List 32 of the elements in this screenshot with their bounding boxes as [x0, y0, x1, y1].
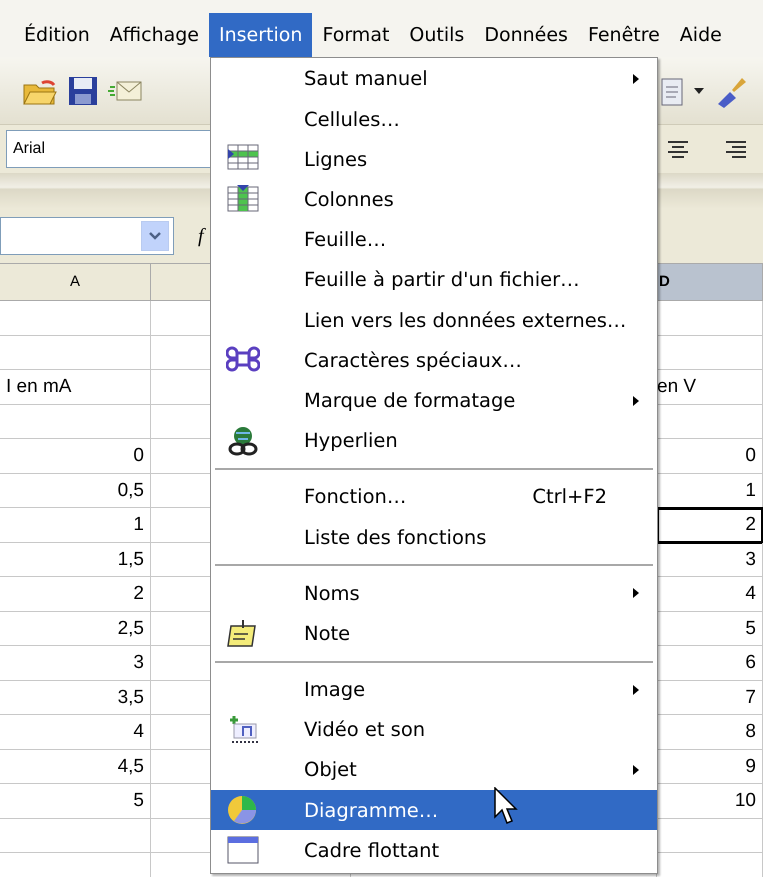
- menu-item[interactable]: Cellules…: [211, 99, 657, 140]
- function-label: f: [198, 224, 204, 249]
- menu-bar-item[interactable]: Édition: [14, 13, 100, 57]
- menu-item[interactable]: Note: [211, 613, 657, 654]
- menu-item[interactable]: Vidéo et son: [211, 710, 657, 750]
- font-name-field[interactable]: Arial: [6, 130, 211, 168]
- menu-item[interactable]: Feuille à partir d'un fichier…: [211, 260, 657, 300]
- menu-bar-item[interactable]: Insertion: [209, 13, 312, 57]
- column-header[interactable]: A: [0, 264, 151, 301]
- menu-bar-item[interactable]: Aide: [670, 13, 732, 57]
- menu-item[interactable]: Image: [211, 670, 657, 710]
- menu-bar-item[interactable]: Affichage: [100, 13, 209, 57]
- menu-item[interactable]: Lien vers les données externes…: [211, 300, 657, 340]
- menu-item[interactable]: Lignes: [211, 139, 657, 180]
- menu-item[interactable]: Feuille…: [211, 220, 657, 260]
- menu-bar-item[interactable]: Format: [312, 13, 400, 57]
- menu-item[interactable]: Diagramme…: [211, 790, 657, 830]
- menu-item[interactable]: Caractères spéciaux…: [211, 340, 657, 380]
- menu-item[interactable]: Colonnes: [211, 180, 657, 220]
- menu-item[interactable]: Hyperlien: [211, 420, 657, 461]
- menu-item[interactable]: Objet: [211, 750, 657, 790]
- shortcut-label: Ctrl+F2: [532, 484, 608, 510]
- menu-bar-item[interactable]: Données: [474, 13, 578, 57]
- menu-bar-item[interactable]: Fenêtre: [578, 13, 670, 57]
- menu-item[interactable]: Marque de formatage: [211, 380, 657, 421]
- menu-bar-item[interactable]: Outils: [399, 13, 474, 57]
- menu-item[interactable]: Cadre flottant: [211, 830, 657, 871]
- menu-item[interactable]: Fonction… Ctrl+F2: [211, 476, 657, 518]
- menu-item[interactable]: Noms: [211, 573, 657, 614]
- table-cell: 2: [657, 508, 763, 542]
- column-header[interactable]: D: [657, 264, 763, 301]
- menu-item[interactable]: Liste des fonctions: [211, 517, 657, 558]
